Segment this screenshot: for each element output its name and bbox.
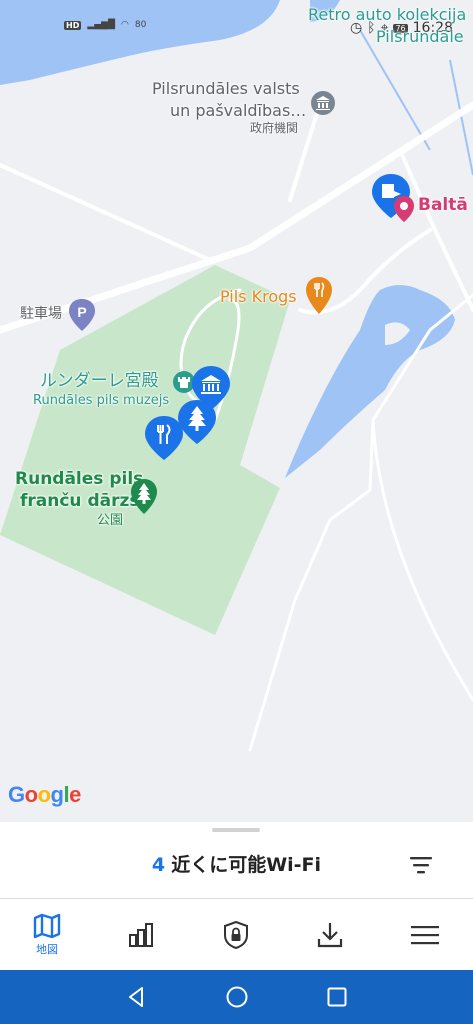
system-nav-bar — [0, 970, 473, 1024]
restaurant-icon[interactable] — [305, 276, 333, 316]
poi-label-pils-krogs[interactable]: Pils Krogs — [220, 287, 297, 306]
recents-icon[interactable] — [324, 984, 350, 1010]
poi-label-pilsrundale[interactable]: Pilsrundāle — [376, 27, 464, 46]
menu-icon — [411, 926, 439, 945]
tab-vpn[interactable] — [189, 899, 283, 971]
restaurant-pin-icon[interactable] — [143, 414, 185, 462]
tab-menu[interactable] — [378, 899, 472, 971]
wifi-bottom-sheet[interactable]: 4 近くに可能Wi-Fi — [0, 822, 473, 898]
tab-download[interactable] — [283, 899, 377, 971]
wifi-count-number: 4 — [151, 854, 166, 876]
download-icon — [317, 923, 343, 948]
back-icon[interactable] — [124, 984, 150, 1010]
tab-stats[interactable] — [94, 899, 188, 971]
hd-badge: HD — [64, 20, 82, 30]
balta-place-icon[interactable] — [392, 194, 416, 224]
parking-icon[interactable]: P — [68, 298, 96, 332]
lock-shield-icon — [224, 920, 248, 950]
chart-icon — [129, 923, 153, 947]
gov-building-icon[interactable] — [310, 90, 336, 116]
wifi-count-label: 近くに可能Wi-Fi — [171, 854, 322, 876]
poi-label-museum[interactable]: Rundāles pils muzejs — [33, 393, 169, 409]
poi-label-palace[interactable]: ルンダーレ宮殿 — [40, 371, 159, 392]
poi-label-park: 公園 — [97, 513, 124, 528]
signal-icon: ▂▄▆█ — [87, 20, 116, 30]
filter-icon[interactable] — [409, 854, 433, 876]
poi-label-balta[interactable]: Baltā m — [418, 195, 473, 216]
nearby-wifi-summary: 4 近くに可能Wi-Fi — [0, 850, 473, 877]
park-tree-icon[interactable] — [130, 478, 158, 516]
tab-map[interactable]: 地図 — [0, 899, 94, 971]
poi-label-municipality-line2[interactable]: un pašvaldības… — [170, 101, 306, 120]
map-view[interactable]: HD ▂▄▆█ ◠ 80 ◷ ᛒ ⌖ 76 16:28 Retro auto k… — [0, 0, 473, 822]
status-bar-left: HD ▂▄▆█ ◠ 80 — [64, 20, 146, 30]
poi-label-garden-line2[interactable]: franču dārzs — [20, 491, 140, 512]
tab-map-label: 地図 — [36, 943, 58, 956]
map-icon — [33, 913, 61, 939]
svg-text:P: P — [77, 304, 86, 320]
home-icon[interactable] — [224, 984, 250, 1010]
poi-label-parking: 駐車場 — [20, 306, 62, 322]
poi-label-retro-auto[interactable]: Retro auto kolekcija — [308, 5, 466, 24]
poi-label-garden-line1[interactable]: Rundāles pils — [15, 469, 143, 490]
wifi-status-icon: ◠ — [121, 20, 129, 30]
map-base — [0, 0, 473, 752]
google-logo: Google — [8, 782, 81, 807]
bottom-tab-bar: 地図 — [0, 898, 473, 971]
battery-small-label: 80 — [134, 20, 147, 30]
poi-label-gov-office: 政府機関 — [250, 121, 299, 135]
sheet-drag-handle[interactable] — [212, 828, 260, 832]
poi-label-municipality-line1[interactable]: Pilsrundāles valsts — [152, 79, 300, 98]
